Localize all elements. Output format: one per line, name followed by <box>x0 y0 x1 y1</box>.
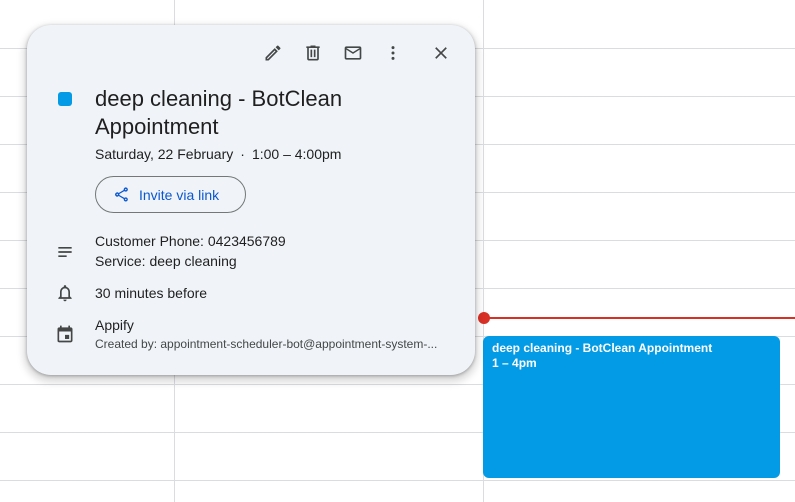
description-line: Service: deep cleaning <box>95 253 237 269</box>
invite-button-label: Invite via link <box>139 186 220 203</box>
more-options-button[interactable] <box>375 38 411 68</box>
current-time-line <box>484 317 795 319</box>
close-popup-button[interactable] <box>423 38 459 68</box>
description-line: Customer Phone: 0423456789 <box>95 233 286 249</box>
event-title: deep cleaning - BotClean Appointment <box>492 341 713 355</box>
reminder-text: 30 minutes before <box>95 285 208 301</box>
popup-event-title: deep cleaning - BotClean Appointment <box>95 85 435 141</box>
popup-title-line: Appointment <box>95 114 219 139</box>
pencil-icon <box>265 45 281 61</box>
edit-event-button[interactable] <box>255 38 291 68</box>
close-icon <box>435 47 447 59</box>
current-time-dot <box>478 312 490 324</box>
bell-icon <box>55 283 75 303</box>
share-icon <box>115 187 128 202</box>
mail-icon <box>344 46 362 60</box>
event-details-popup: deep cleaning - BotClean Appointment Sat… <box>27 25 475 375</box>
description-icon <box>55 242 75 262</box>
calendar-name: Appify <box>95 317 134 333</box>
popup-title-line: deep cleaning - BotClean <box>95 86 343 111</box>
calendar-event[interactable]: deep cleaning - BotClean Appointment 1 –… <box>483 336 780 478</box>
hour-gridline <box>0 480 795 481</box>
event-time-range: 1:00 – 4:00pm <box>251 146 342 162</box>
event-datetime: Saturday, 22 February · 1:00 – 4:00pm <box>95 145 341 163</box>
email-guests-button[interactable] <box>335 38 371 68</box>
popup-toolbar <box>251 38 459 68</box>
delete-event-button[interactable] <box>295 38 331 68</box>
datetime-separator: · <box>240 146 245 162</box>
trash-icon <box>306 45 320 61</box>
calendar-icon <box>55 324 75 344</box>
invite-via-link-button[interactable]: Invite via link <box>95 176 246 213</box>
event-date: Saturday, 22 February <box>95 146 234 162</box>
more-vertical-icon <box>391 46 395 60</box>
event-time: 1 – 4pm <box>492 356 537 370</box>
created-by-text: Created by: appointment-scheduler-bot@ap… <box>95 337 438 351</box>
event-color-swatch <box>58 92 72 106</box>
